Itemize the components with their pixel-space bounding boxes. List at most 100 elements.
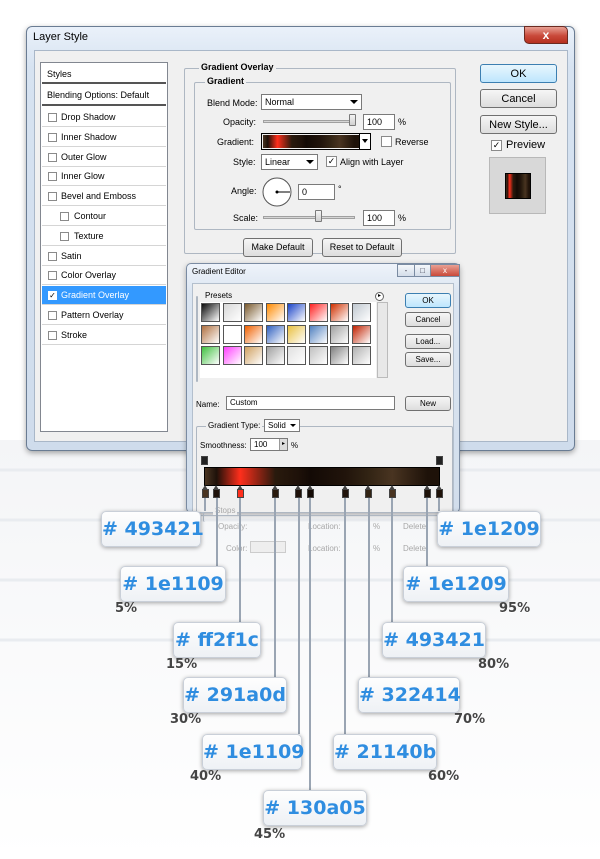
styles-header[interactable]: Styles [42,63,166,84]
smoothness-input[interactable]: 100 ▸ [250,438,288,451]
style-checkbox[interactable] [48,113,57,122]
preset-swatch[interactable] [201,324,220,344]
preset-swatch[interactable] [351,346,371,365]
preset-swatch[interactable] [351,303,371,322]
style-select[interactable]: Linear [261,154,318,170]
style-checkbox[interactable] [60,212,69,221]
scale-slider[interactable] [263,216,355,219]
style-item-bevel-and-emboss[interactable]: Bevel and Emboss [42,187,166,207]
save-button[interactable]: Save... [405,352,451,367]
preset-swatch[interactable] [287,324,306,344]
opacity-stop-right[interactable] [436,456,443,465]
color-stop[interactable] [213,485,221,498]
gradient-bar[interactable] [204,467,440,486]
preset-swatch[interactable] [244,346,263,365]
style-item-pattern-overlay[interactable]: Pattern Overlay [42,306,166,325]
style-item-contour[interactable]: Contour [42,207,166,226]
editor-cancel-button[interactable]: Cancel [405,312,451,327]
style-item-stroke[interactable]: Stroke [42,326,166,345]
reset-to-default-button[interactable]: Reset to Default [322,238,402,257]
stepper-arrow-icon[interactable]: ▸ [279,439,287,450]
style-checkbox[interactable] [48,271,57,281]
gradient-type-select[interactable]: Solid [264,419,300,432]
color-stop[interactable] [306,485,314,498]
preset-swatch[interactable] [351,324,371,344]
make-default-button[interactable]: Make Default [243,238,313,257]
preset-swatch[interactable] [308,303,328,322]
style-checkbox[interactable] [48,251,57,261]
opacity-input[interactable]: 100 [363,114,395,130]
style-item-texture[interactable]: Texture [42,227,166,246]
preset-swatch[interactable] [244,324,263,344]
style-checkbox[interactable] [48,152,57,162]
stop-delete-button[interactable]: Delete [403,522,426,531]
color-stop[interactable] [365,485,373,498]
style-checkbox[interactable] [48,172,57,182]
style-item-drop-shadow[interactable]: Drop Shadow [42,108,166,127]
style-item-inner-glow[interactable]: Inner Glow [42,167,166,187]
close-button[interactable]: x [524,26,568,44]
preset-swatch[interactable] [287,346,306,365]
style-checkbox[interactable] [48,132,57,142]
preset-swatch[interactable] [201,346,220,365]
scale-input[interactable]: 100 [363,210,395,226]
name-input[interactable]: Custom [226,396,395,410]
reverse-checkbox[interactable] [381,136,392,147]
gradient-swatch[interactable] [263,135,359,148]
preset-swatch[interactable] [330,346,349,365]
style-checkbox[interactable] [48,311,57,320]
color-stop[interactable] [388,485,396,498]
preset-swatch[interactable] [265,303,285,322]
new-style-button[interactable]: New Style... [480,115,557,134]
gradient-dropdown[interactable] [359,134,370,149]
scale-slider-thumb[interactable] [315,210,323,222]
load-button[interactable]: Load... [405,334,451,349]
style-checkbox[interactable] [60,231,69,241]
preview-checkbox[interactable]: ✓ [491,140,502,151]
preset-swatch[interactable] [287,303,306,322]
angle-input[interactable]: 0 [298,184,335,200]
style-item-outer-glow[interactable]: Outer Glow [42,148,166,167]
stop-color-delete-button[interactable]: Delete [403,544,426,553]
minimize-button[interactable]: - [397,264,415,277]
align-with-layer-checkbox[interactable]: ✓ [326,156,337,167]
color-stop[interactable] [236,485,244,498]
preset-swatch[interactable] [330,324,349,344]
gradient-picker[interactable] [261,133,371,150]
preset-swatch[interactable] [308,346,328,365]
opacity-slider-thumb[interactable] [349,114,356,126]
style-checkbox[interactable] [48,330,57,340]
color-stop[interactable] [271,485,279,498]
presets-scrollbar[interactable] [377,302,388,378]
blend-mode-select[interactable]: Normal [261,94,362,110]
stop-color-swatch[interactable] [250,541,286,553]
style-checkbox[interactable] [48,192,57,202]
color-stop[interactable] [201,485,209,498]
ok-button[interactable]: OK [480,64,557,83]
editor-ok-button[interactable]: OK [405,293,451,308]
preset-swatch[interactable] [330,303,349,322]
new-button[interactable]: New [405,396,451,411]
color-stop[interactable] [423,485,431,498]
style-item-satin[interactable]: Satin [42,247,166,266]
opacity-stop-left[interactable] [201,456,208,465]
maximize-button[interactable]: □ [414,264,431,277]
gradient-editor-close-button[interactable]: x [430,264,460,277]
preset-swatch[interactable] [308,324,328,344]
style-item-color-overlay[interactable]: Color Overlay [42,266,166,286]
preset-swatch[interactable] [222,303,242,322]
style-item-gradient-overlay[interactable]: ✓ Gradient Overlay [42,286,166,306]
preset-swatch[interactable] [265,346,285,365]
color-stop[interactable] [295,485,303,498]
angle-dial[interactable] [261,176,293,208]
color-stop[interactable] [341,485,349,498]
preset-swatch[interactable] [222,324,242,344]
style-item-inner-shadow[interactable]: Inner Shadow [42,128,166,147]
blending-options-item[interactable]: Blending Options: Default [42,85,166,106]
cancel-button[interactable]: Cancel [480,89,557,108]
presets-menu-icon[interactable]: ▸ [375,292,384,301]
preset-swatch[interactable] [201,303,220,322]
preset-swatch[interactable] [265,324,285,344]
opacity-slider[interactable] [263,120,355,123]
style-checkbox[interactable]: ✓ [48,291,57,301]
